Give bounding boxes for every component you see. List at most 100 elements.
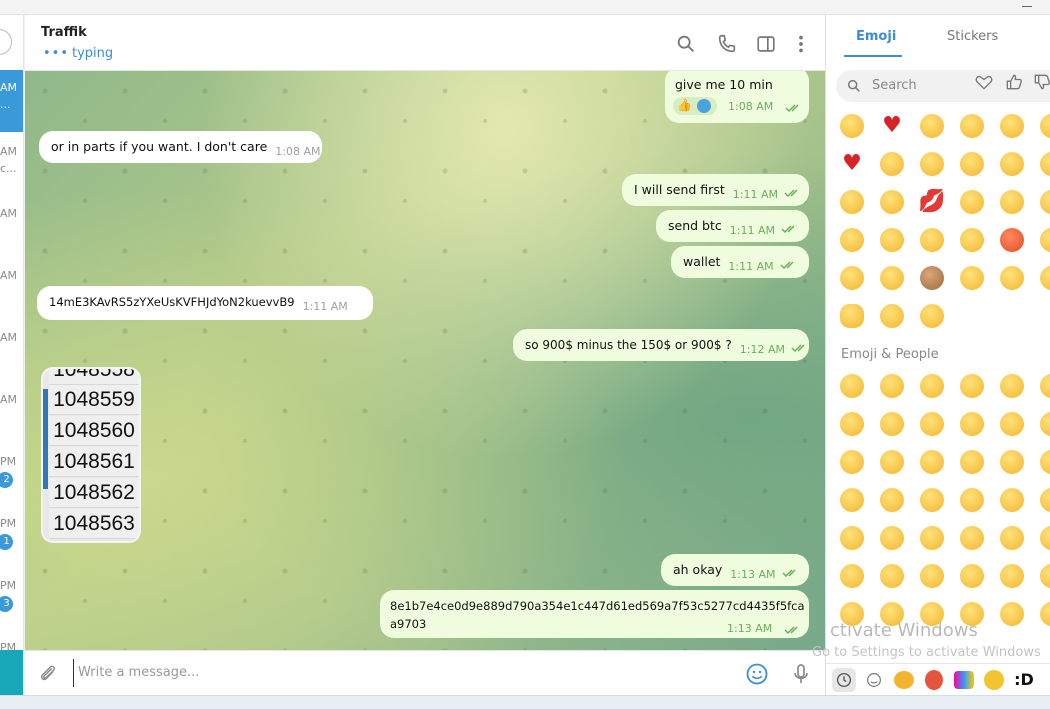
sidebar-toggle-icon[interactable] <box>755 33 777 55</box>
emoji-red-heart[interactable]: ♥ <box>872 107 912 145</box>
emoji-relieved[interactable] <box>952 107 992 145</box>
emoji-tongue-wink[interactable] <box>952 221 992 259</box>
emoji-partial[interactable] <box>1032 595 1050 633</box>
emoji-grin[interactable] <box>952 367 992 405</box>
reaction-pill[interactable]: 👍 <box>673 97 717 115</box>
emoji-tongue-squint[interactable] <box>992 481 1032 519</box>
message-bubble-out[interactable]: wallet 1:11 AM <box>671 246 809 278</box>
message-input[interactable]: Write a message... <box>73 659 723 687</box>
emoji-partial[interactable] <box>1032 107 1050 145</box>
emoji-unamused[interactable] <box>912 557 952 595</box>
message-bubble-in[interactable]: or in parts if you want. I don't care 1:0… <box>39 131 322 163</box>
message-bubble-in[interactable]: 14mE3KAvRS5zYXeUsKVFHJdYoN2kuevvB9 1:11 A… <box>37 286 373 320</box>
emoji-disappointed[interactable] <box>992 557 1032 595</box>
paperclip-icon[interactable] <box>37 663 59 685</box>
recent-clock-icon[interactable] <box>832 667 856 692</box>
emoji-kissing-closed-eyes[interactable] <box>872 259 912 297</box>
emoji-nerd[interactable] <box>992 519 1032 557</box>
emoji-heart-eyes[interactable] <box>912 145 952 183</box>
emoji-blush[interactable] <box>952 145 992 183</box>
chat-message-area[interactable]: give me 10 min 👍 1:08 AM or in parts if … <box>25 71 825 650</box>
emoji-yum[interactable] <box>912 481 952 519</box>
emoji-kissing-closed-eyes[interactable] <box>872 481 912 519</box>
emoji-see-no-evil-monkey[interactable] <box>912 259 952 297</box>
emoji-confused[interactable] <box>912 297 952 335</box>
message-bubble-out[interactable]: 8e1b7e4ce0d9e889d790a354e1c447d61ed569a7… <box>380 590 809 638</box>
emoji-wink[interactable] <box>832 221 872 259</box>
emoji-smiley[interactable] <box>872 367 912 405</box>
emoji-sunglasses[interactable] <box>952 519 992 557</box>
emoji-laughing[interactable] <box>992 367 1032 405</box>
emoji-nerd[interactable] <box>832 107 872 145</box>
sticker-set-icon[interactable] <box>922 668 946 692</box>
emoji-partial[interactable] <box>1032 145 1050 183</box>
emoji-neutral[interactable] <box>872 297 912 335</box>
heart-category-icon[interactable] <box>974 72 994 92</box>
emoji-pensive[interactable] <box>832 557 872 595</box>
emoji-smiley[interactable] <box>872 221 912 259</box>
more-menu-icon[interactable] <box>790 33 812 55</box>
emoji-relaxed[interactable] <box>952 405 992 443</box>
emoji-kissing-heart[interactable] <box>872 145 912 183</box>
sticker-set-icon[interactable]: :D <box>1012 668 1036 692</box>
emoji-flushed[interactable] <box>992 183 1032 221</box>
emoji-joy[interactable] <box>832 405 872 443</box>
minimize-icon[interactable] <box>1022 6 1032 7</box>
message-bubble-out[interactable]: so 900$ minus the 150$ or 900$ ? 1:12 AM <box>513 329 809 361</box>
message-bubble-out[interactable]: give me 10 min 👍 1:08 AM <box>665 71 809 123</box>
thumbs-down-category-icon[interactable] <box>1032 72 1050 92</box>
emoji-blush[interactable] <box>992 405 1032 443</box>
emoji-smile[interactable] <box>912 367 952 405</box>
chat-title[interactable]: Traffik <box>41 25 87 40</box>
emoji-raised-eyebrow[interactable] <box>832 519 872 557</box>
emoji-smirk[interactable] <box>872 557 912 595</box>
emoji-grin[interactable] <box>992 145 1032 183</box>
emoji-heart-eyes[interactable] <box>952 443 992 481</box>
tab-stickers[interactable]: Stickers <box>947 29 998 44</box>
emoji-smiling-hearts[interactable] <box>992 443 1032 481</box>
emoji-wink[interactable] <box>872 443 912 481</box>
emoji-grinning[interactable] <box>832 367 872 405</box>
emoji-partial[interactable] <box>1032 183 1050 221</box>
smiley-category-icon[interactable] <box>862 668 886 692</box>
thumbs-up-category-icon[interactable] <box>1004 72 1024 92</box>
emoji-cry[interactable] <box>912 221 952 259</box>
message-bubble-out[interactable]: send btc 1:11 AM <box>656 210 809 242</box>
emoji-kiss-lips[interactable]: 💋 <box>912 183 952 221</box>
message-bubble-out[interactable]: ah okay 1:13 AM <box>661 554 809 586</box>
emoji-relieved[interactable] <box>952 557 992 595</box>
emoji-upside-down[interactable] <box>832 443 872 481</box>
emoji-partial[interactable] <box>1032 443 1050 481</box>
emoji-scream[interactable] <box>992 107 1032 145</box>
image-message[interactable]: 1048558 1048559 1048560 1048561 1048562 … <box>41 367 141 543</box>
emoji-joy[interactable] <box>912 107 952 145</box>
emoji-partial[interactable] <box>1032 221 1050 259</box>
sticker-set-icon[interactable] <box>952 668 976 692</box>
emoji-icon[interactable] <box>745 662 769 686</box>
emoji-partial[interactable] <box>1032 405 1050 443</box>
emoji-monocle[interactable] <box>872 519 912 557</box>
emoji-relaxed[interactable] <box>952 259 992 297</box>
back-button[interactable] <box>0 29 12 55</box>
emoji-grinning[interactable] <box>992 259 1032 297</box>
emoji-cry[interactable] <box>912 405 952 443</box>
search-icon[interactable] <box>675 33 697 55</box>
emoji-rofl[interactable] <box>872 405 912 443</box>
emoji-partial[interactable] <box>1032 481 1050 519</box>
emoji-ok-hand[interactable] <box>832 297 872 335</box>
emoji-confounded[interactable] <box>992 595 1032 633</box>
emoji-kissing[interactable] <box>832 481 872 519</box>
emoji-rage[interactable] <box>992 221 1032 259</box>
phone-icon[interactable] <box>716 33 738 55</box>
emoji-partial[interactable] <box>1032 259 1050 297</box>
emoji-partial[interactable] <box>1032 519 1050 557</box>
emoji-sweat-smile[interactable] <box>832 259 872 297</box>
emoji-unamused[interactable] <box>952 183 992 221</box>
emoji-smile[interactable] <box>832 183 872 221</box>
sticker-set-icon[interactable] <box>982 668 1006 692</box>
tab-emoji[interactable]: Emoji <box>856 29 896 44</box>
microphone-icon[interactable] <box>789 662 813 686</box>
emoji-sob[interactable] <box>872 183 912 221</box>
emoji-relieved[interactable] <box>912 443 952 481</box>
emoji-nerd[interactable] <box>912 519 952 557</box>
